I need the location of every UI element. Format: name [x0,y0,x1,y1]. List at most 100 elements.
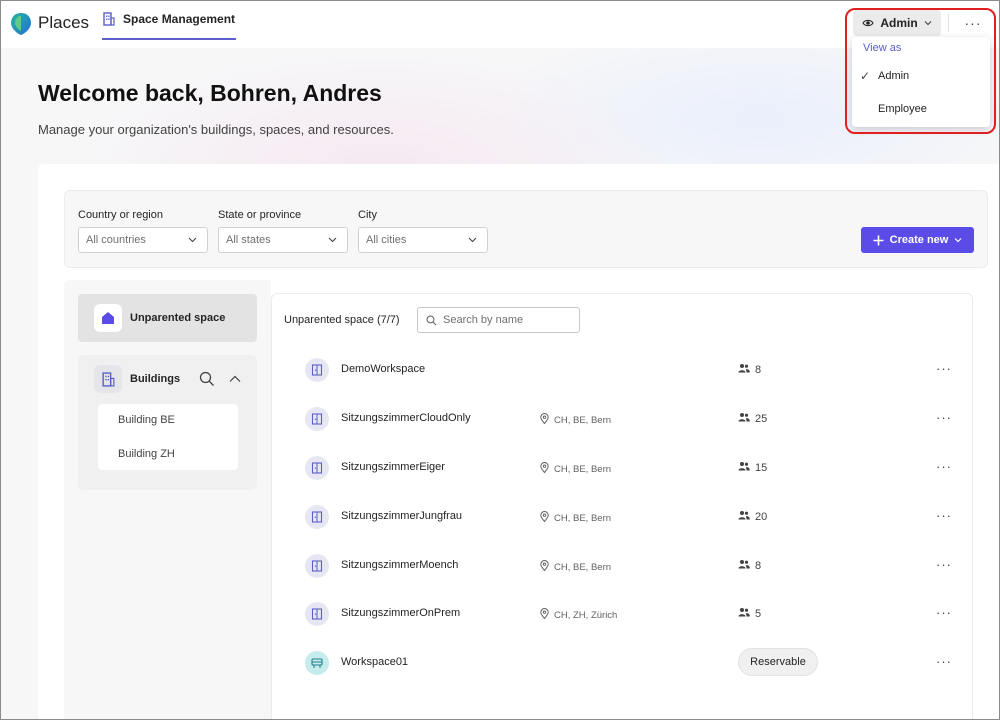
page-title: Welcome back, Bohren, Andres [38,80,382,106]
menu-header: View as [863,42,902,54]
app-title[interactable]: Places [38,13,89,33]
navigation-panel [64,280,271,720]
space-location: CH, ZH, Zürich [540,608,617,622]
table-row[interactable]: SitzungszimmerMoench CH, BE, Bern 8 ··· [300,551,960,581]
people-icon [738,607,750,620]
space-capacity: 20 [738,510,767,523]
table-row[interactable]: Workspace01 Reservable ··· [300,648,960,678]
location-text: CH, BE, Bern [554,561,612,573]
icon-container [94,304,122,332]
search-icon [426,315,437,325]
table-row[interactable]: SitzungszimmerCloudOnly CH, BE, Bern 25 ··· [300,404,960,434]
people-icon [738,559,750,572]
row-more-button[interactable]: ··· [936,508,952,523]
capacity-value: 25 [755,412,768,425]
list-title: Unparented space (7/7) [284,314,400,326]
table-row[interactable]: DemoWorkspace 8 ··· [300,355,960,385]
space-name[interactable]: DemoWorkspace [341,363,425,375]
buildings-header[interactable]: Buildings [94,365,180,393]
table-row[interactable]: SitzungszimmerEiger CH, BE, Bern 15 ··· [300,453,960,483]
create-new-button[interactable]: Create new [861,227,974,253]
tab-space-management[interactable]: Space Management [102,0,237,40]
capacity-value: 8 [755,559,762,572]
chevron-down-icon [954,238,962,243]
row-more-button[interactable]: ··· [936,654,952,669]
select-value: All countries [86,234,146,246]
eye-icon [862,19,874,27]
location-pin-icon [540,560,549,574]
capacity-value: 20 [755,510,768,523]
location-text: CH, BE, Bern [554,512,612,524]
chevron-down-icon [188,237,197,243]
row-more-button[interactable]: ··· [936,605,952,620]
capacity-value: 5 [755,607,762,620]
room-icon [305,505,329,529]
table-row[interactable]: SitzungszimmerJungfrau CH, BE, Bern 20 ··· [300,502,960,532]
select-value: All states [226,234,271,246]
city-filter-label: City [358,209,377,221]
row-more-button[interactable]: ··· [936,557,952,572]
space-name[interactable]: SitzungszimmerCloudOnly [341,412,471,424]
chevron-down-icon [328,237,337,243]
divider [948,14,949,32]
sidebar-item-unparented-space[interactable]: Unparented space [78,294,257,342]
building-item[interactable]: Building BE [118,414,175,426]
location-text: CH, BE, Bern [554,414,612,426]
checkmark-icon: ✓ [859,69,871,83]
row-more-button[interactable]: ··· [936,361,952,376]
location-pin-icon [540,413,549,427]
location-pin-icon [540,462,549,476]
country-select[interactable]: All countries [78,227,208,253]
space-name[interactable]: SitzungszimmerMoench [341,559,458,571]
building-item[interactable]: Building ZH [118,448,175,460]
location-pin-icon [540,511,549,525]
search-icon[interactable] [199,371,215,387]
people-icon [738,510,750,523]
room-icon [305,358,329,382]
view-as-menu: View as ✓ Admin Employee [852,37,990,127]
places-logo-icon [11,13,31,35]
building-list: Building BE Building ZH [98,404,238,470]
space-capacity: 15 [738,461,767,474]
capacity-value: 15 [755,461,768,474]
space-name[interactable]: Workspace01 [341,656,408,668]
space-capacity: 25 [738,412,767,425]
menu-item-admin[interactable]: ✓ Admin [852,62,990,90]
space-capacity: 5 [738,607,761,620]
row-more-button[interactable]: ··· [936,410,952,425]
location-text: CH, BE, Bern [554,463,612,475]
space-capacity: 8 [738,559,761,572]
tab-label: Space Management [123,12,236,26]
table-row[interactable]: SitzungszimmerOnPrem CH, ZH, Zürich 5 ··· [300,599,960,629]
room-icon [305,602,329,626]
home-icon [102,312,114,324]
more-options-button[interactable]: ··· [958,10,988,36]
buildings-label: Buildings [130,373,181,385]
room-icon [305,456,329,480]
space-location: CH, BE, Bern [540,462,611,476]
top-bar: Places Space Management Admin ··· [0,0,1000,48]
view-as-label: Admin [880,16,918,30]
space-name[interactable]: SitzungszimmerOnPrem [341,607,460,619]
space-location: CH, BE, Bern [540,511,611,525]
view-as-button[interactable]: Admin [853,10,941,36]
space-location: CH, BE, Bern [540,560,611,574]
search-input[interactable] [443,314,573,326]
space-name[interactable]: SitzungszimmerEiger [341,461,445,473]
chevron-up-icon[interactable] [228,372,242,386]
state-select[interactable]: All states [218,227,348,253]
people-icon [738,412,750,425]
people-icon [738,461,750,474]
city-select[interactable]: All cities [358,227,488,253]
space-name[interactable]: SitzungszimmerJungfrau [341,510,462,522]
building-icon [103,12,115,26]
page-subtitle: Manage your organization's buildings, sp… [38,122,394,137]
workspace-icon [305,651,329,675]
plus-icon [873,235,884,245]
icon-container [94,365,122,393]
create-new-label: Create new [889,234,949,246]
menu-item-employee[interactable]: Employee [852,95,990,123]
select-value: All cities [366,234,407,246]
search-field[interactable] [417,307,580,333]
row-more-button[interactable]: ··· [936,459,952,474]
